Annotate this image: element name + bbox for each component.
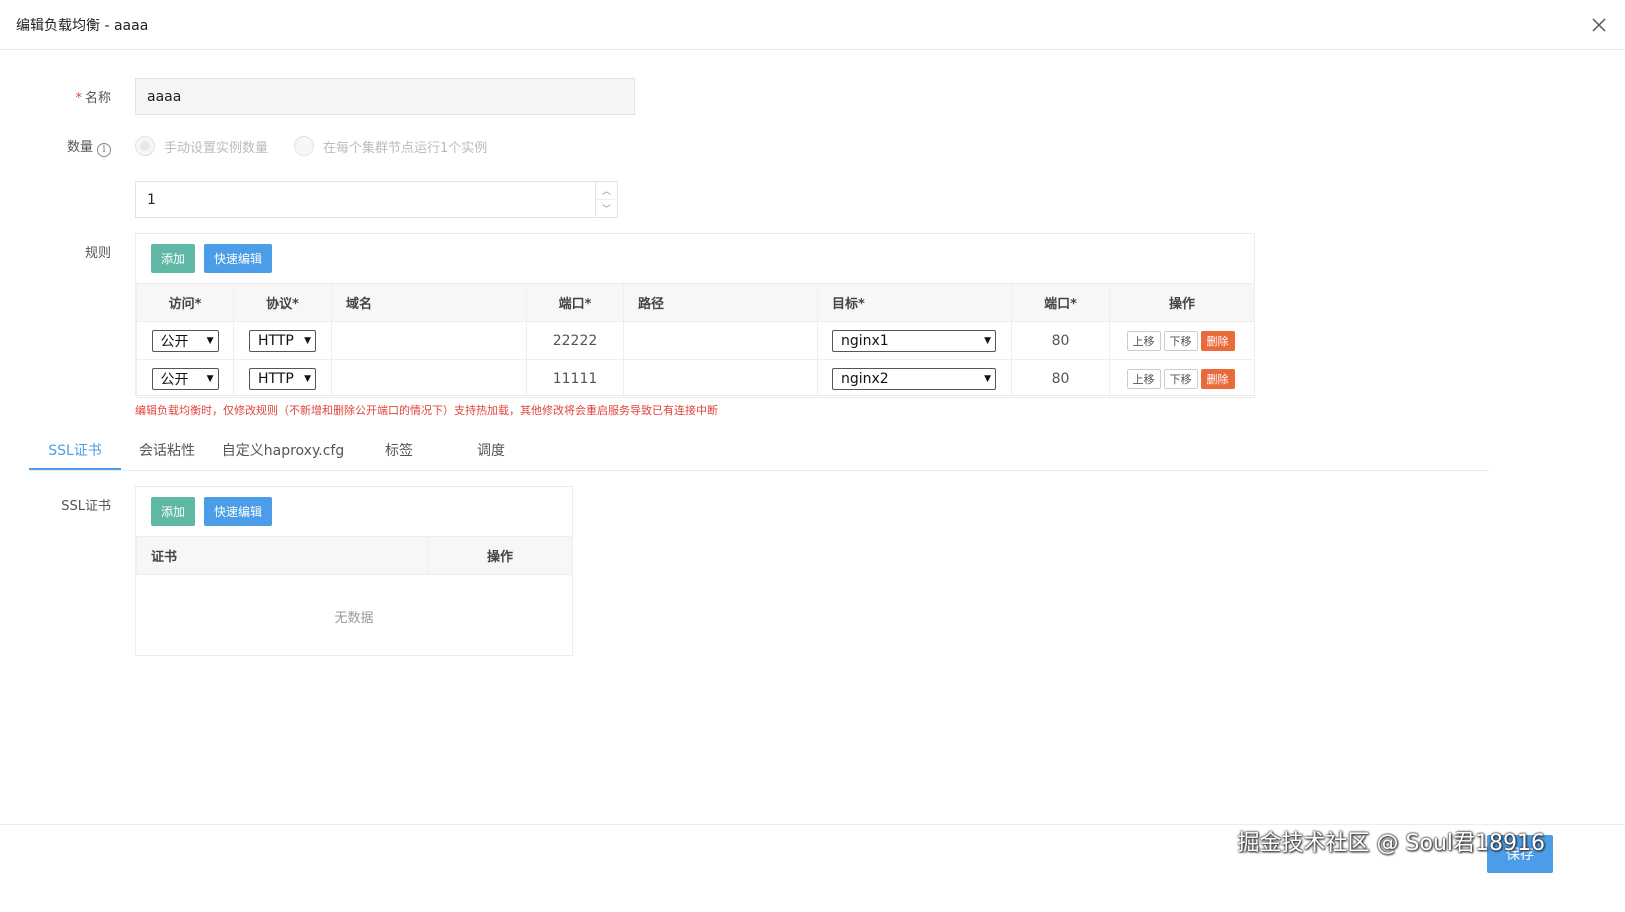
add-ssl-button[interactable]: 添加 xyxy=(151,497,195,526)
tab-session-sticky[interactable]: 会话粘性 xyxy=(121,432,213,470)
target-port-cell[interactable]: 80 xyxy=(1011,359,1110,398)
required-mark: * xyxy=(75,91,82,106)
path-cell[interactable] xyxy=(623,321,818,360)
target-select-value: nginx1 xyxy=(841,332,889,349)
ssl-label: SSL证书 xyxy=(61,499,111,514)
chevron-down-icon: ▼ xyxy=(206,373,214,384)
chevron-down-icon: ▼ xyxy=(304,335,311,346)
rules-panel: 添加 快速编辑 访问* 协议* 域名 端口* 路径 目标* 端口* 操作 公开 … xyxy=(135,233,1255,398)
path-cell[interactable] xyxy=(623,359,818,398)
access-select-value: 公开 xyxy=(160,371,189,388)
move-down-button[interactable]: 下移 xyxy=(1163,330,1198,351)
target-select-value: nginx2 xyxy=(841,370,889,387)
stepper-controls: ︿ ﹀ xyxy=(595,182,617,217)
radio-per-node[interactable]: 在每个集群节点运行1个实例 xyxy=(294,136,488,157)
target-select[interactable]: nginx2 ▼ xyxy=(832,367,996,390)
table-row: 公开 ▼ HTTP ▼ 11111 nginx2 ▼ 80 上移 下移 删除 xyxy=(136,359,1255,398)
chevron-down-icon: ▼ xyxy=(984,373,991,384)
col-ssl-actions: 操作 xyxy=(427,536,573,575)
delete-rule-button[interactable]: 删除 xyxy=(1200,330,1235,351)
domain-cell[interactable] xyxy=(331,321,527,360)
access-select[interactable]: 公开 ▼ xyxy=(151,367,219,390)
quantity-label-text: 数量 xyxy=(66,140,93,155)
edit-load-balancer-dialog: 编辑负载均衡 - aaaa * 名称 aaaa 数量 i 手动设置实例数量 在每个集… xyxy=(0,0,1625,912)
ssl-label-row: SSL证书 xyxy=(0,495,125,514)
quantity-stepper[interactable]: 1 ︿ ﹀ xyxy=(135,181,618,218)
rules-label-row: 规则 xyxy=(0,242,125,261)
move-up-button[interactable]: 上移 xyxy=(1126,330,1161,351)
dialog-header: 编辑负载均衡 - aaaa xyxy=(0,0,1625,50)
chevron-down-icon: ▼ xyxy=(984,335,991,346)
name-input-value: aaaa xyxy=(147,88,182,105)
name-input[interactable]: aaaa xyxy=(135,78,635,115)
name-label: * 名称 xyxy=(0,87,125,106)
quantity-label: 数量 i xyxy=(0,136,125,157)
empty-state: 无数据 xyxy=(334,610,374,626)
col-path: 路径 xyxy=(623,283,818,322)
col-domain: 域名 xyxy=(331,283,527,322)
target-port-cell[interactable]: 80 xyxy=(1011,321,1110,360)
protocol-select[interactable]: HTTP ▼ xyxy=(249,367,316,390)
target-select[interactable]: nginx1 ▼ xyxy=(832,329,996,352)
domain-cell[interactable] xyxy=(331,359,527,398)
col-port: 端口* xyxy=(526,283,624,322)
dialog-title: 编辑负载均衡 - aaaa xyxy=(16,17,149,34)
ssl-table-header: 证书 操作 xyxy=(136,536,573,575)
radio-manual-count[interactable]: 手动设置实例数量 xyxy=(135,136,269,157)
protocol-select-value: HTTP xyxy=(258,370,294,387)
name-label-text: 名称 xyxy=(84,91,111,106)
close-icon[interactable] xyxy=(1587,13,1611,37)
dialog-footer: 保存 掘金技术社区 @ Soul君18916 xyxy=(0,824,1625,912)
move-up-button[interactable]: 上移 xyxy=(1126,368,1161,389)
port-cell[interactable]: 11111 xyxy=(526,359,624,398)
quantity-value: 1 xyxy=(147,191,156,208)
quick-edit-rules-button[interactable]: 快速编辑 xyxy=(204,244,272,273)
chevron-down-icon: ▼ xyxy=(206,335,214,346)
quantity-row: 数量 i 手动设置实例数量 在每个集群节点运行1个实例 xyxy=(0,136,513,157)
radio-dot xyxy=(294,136,315,157)
radio-dot xyxy=(135,136,155,157)
table-row: 公开 ▼ HTTP ▼ 22222 nginx1 ▼ 80 上移 下移 删除 xyxy=(136,321,1255,360)
tab-custom-haproxy[interactable]: 自定义haproxy.cfg xyxy=(213,432,353,470)
protocol-select[interactable]: HTTP ▼ xyxy=(249,329,316,352)
name-row: * 名称 aaaa xyxy=(0,78,635,115)
move-down-button[interactable]: 下移 xyxy=(1163,368,1198,389)
chevron-down-icon: ▼ xyxy=(304,373,311,384)
watermark: 掘金技术社区 @ Soul君18916 xyxy=(1237,831,1545,856)
rules-table-header: 访问* 协议* 域名 端口* 路径 目标* 端口* 操作 xyxy=(136,283,1255,322)
col-actions: 操作 xyxy=(1109,283,1255,322)
protocol-select-value: HTTP xyxy=(258,332,294,349)
radio-per-node-label: 在每个集群节点运行1个实例 xyxy=(323,140,488,156)
quantity-input-row: 1 ︿ ﹀ xyxy=(0,181,618,218)
chevron-down-icon[interactable]: ﹀ xyxy=(596,200,617,217)
col-access: 访问* xyxy=(136,283,234,322)
radio-manual-label: 手动设置实例数量 xyxy=(164,140,269,156)
hot-reload-warning: 编辑负载均衡时，仅修改规则（不新增和删除公开端口的情况下）支持热加载，其他修改将… xyxy=(135,404,718,417)
ssl-table: 证书 操作 xyxy=(136,536,573,575)
tab-labels[interactable]: 标签 xyxy=(353,432,445,470)
port-cell[interactable]: 22222 xyxy=(526,321,624,360)
quick-edit-ssl-button[interactable]: 快速编辑 xyxy=(204,497,272,526)
ssl-panel: 添加 快速编辑 证书 操作 无数据 xyxy=(135,486,573,656)
delete-rule-button[interactable]: 删除 xyxy=(1200,368,1235,389)
rules-table: 访问* 协议* 域名 端口* 路径 目标* 端口* 操作 公开 ▼ HTTP ▼ xyxy=(136,283,1255,398)
col-protocol: 协议* xyxy=(233,283,332,322)
access-select[interactable]: 公开 ▼ xyxy=(151,329,219,352)
access-select-value: 公开 xyxy=(160,333,189,350)
col-target: 目标* xyxy=(817,283,1012,322)
add-rule-button[interactable]: 添加 xyxy=(151,244,195,273)
chevron-up-icon[interactable]: ︿ xyxy=(596,182,617,200)
col-certificate: 证书 xyxy=(136,536,428,575)
tab-scheduling[interactable]: 调度 xyxy=(445,432,537,470)
settings-tabs: SSL证书 会话粘性 自定义haproxy.cfg 标签 调度 xyxy=(29,432,1489,471)
rules-label: 规则 xyxy=(84,246,111,261)
tab-ssl[interactable]: SSL证书 xyxy=(29,432,121,470)
info-icon[interactable]: i xyxy=(97,142,111,157)
col-target-port: 端口* xyxy=(1011,283,1110,322)
